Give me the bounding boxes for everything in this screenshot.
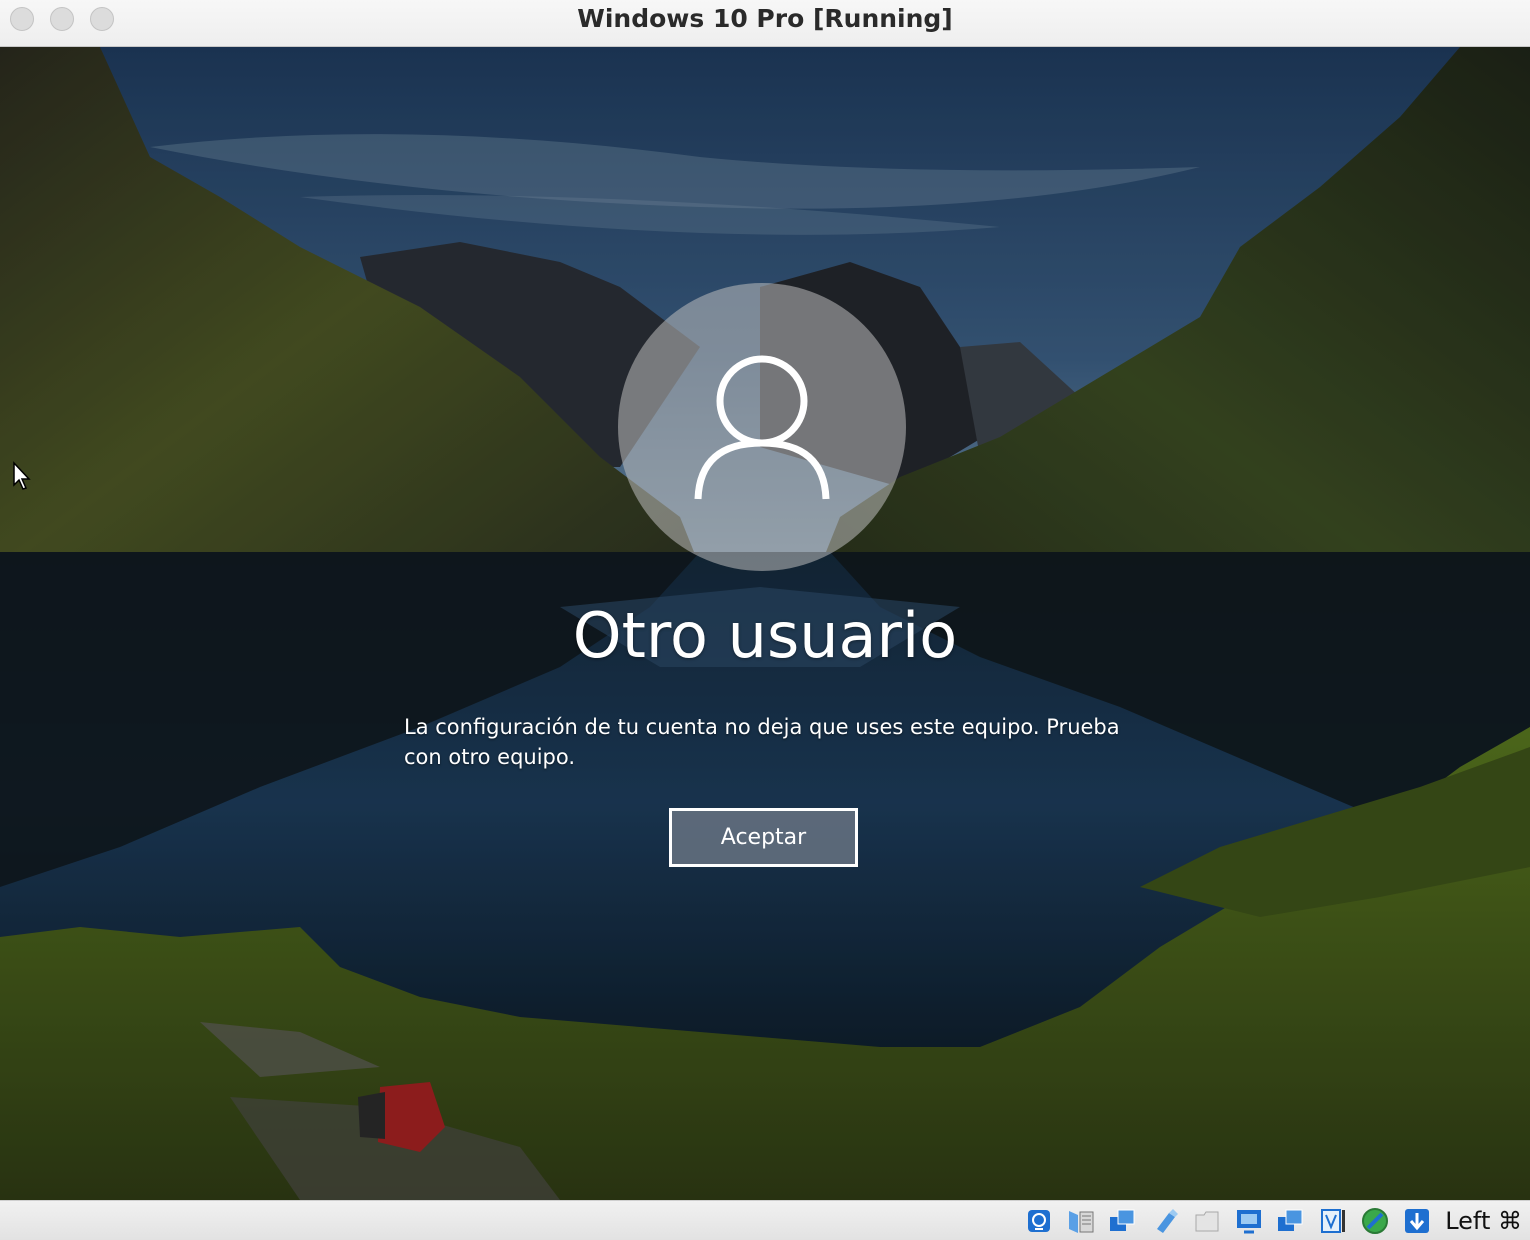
vm-screen[interactable]: Otro usuario La configuración de tu cuen… [0,47,1530,1200]
user-icon [694,355,830,500]
window-title: Windows 10 Pro [Running] [577,4,953,33]
user-avatar [618,283,906,571]
mouse-pointer-icon [13,461,31,490]
keyboard-capture-icon[interactable] [1401,1205,1433,1237]
title-bar[interactable]: Windows 10 Pro [Running] [0,0,1530,47]
optical-drive-icon[interactable] [1065,1205,1097,1237]
hard-disk-icon[interactable] [1023,1205,1055,1237]
shared-folders-icon[interactable] [1191,1205,1223,1237]
mouse-integration-icon[interactable] [1359,1205,1391,1237]
username-label: Otro usuario [572,599,958,672]
vm-window: Windows 10 Pro [Running] Otro usuario La… [0,0,1530,1240]
usb-icon[interactable] [1149,1205,1181,1237]
display-icon[interactable] [1233,1205,1265,1237]
account-restriction-message: La configuración de tu cuenta no deja qu… [404,715,1120,769]
status-icons: Left ⌘ [1013,1205,1522,1237]
vm-status-bar: Left ⌘ [0,1200,1530,1240]
network-icon[interactable] [1107,1205,1139,1237]
video-capture-icon[interactable] [1275,1205,1307,1237]
recording-icon[interactable] [1317,1205,1349,1237]
accept-button[interactable]: Aceptar [669,808,858,867]
host-key-label: Left ⌘ [1445,1207,1522,1235]
